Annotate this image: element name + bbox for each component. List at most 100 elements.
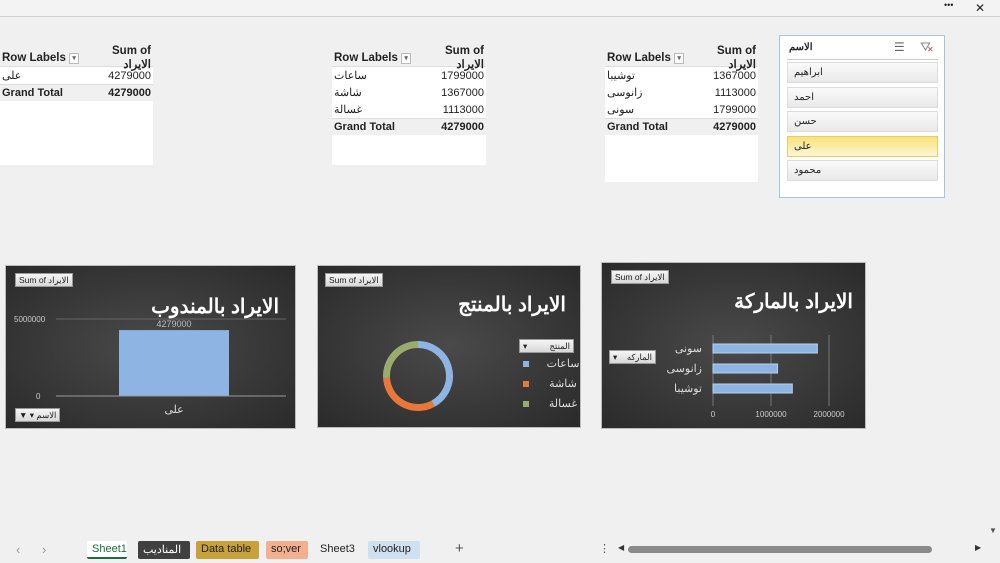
row-value: 1367000 [713,69,756,82]
field-button[interactable]: Sum of الايراد [15,273,73,287]
chart-revenue-by-brand[interactable]: 0 1000000 2000000 سونى زانوسى توشيبا Sum of ا… [601,262,866,429]
row-label: سونى [607,104,635,116]
sheet-tab[interactable]: so;ver [266,541,308,559]
row-value: 1367000 [441,86,484,99]
grand-total-value: 4279000 [713,121,756,133]
more-options-button[interactable]: ••• [944,0,953,10]
y-category-label: توشيبا [674,383,702,395]
close-button[interactable]: ✕ [975,1,985,15]
legend-label: شاشة [549,378,577,390]
bar [712,363,779,374]
add-sheet-button[interactable]: + [455,540,464,557]
name-slicer[interactable]: الاسم ☰ ⛛ ✕ ابراهيم احمد حسن على محمود [779,35,945,198]
legend-button-label: المنتج [549,341,570,351]
grand-total-label: Grand Total [334,121,395,133]
row-value: 1113000 [714,86,756,99]
field-button[interactable]: Sum of الايراد [325,273,383,287]
dropdown-icon[interactable]: ▾ [673,52,685,64]
row-value: 4279000 [108,69,151,82]
doughnut-slice [383,341,419,379]
tab-splitter-handle[interactable]: ⋮ [599,542,610,555]
vertical-scrollbar[interactable]: ▼ [987,18,1000,538]
grand-total-label: Grand Total [2,87,63,99]
row-label: شاشة [334,87,362,99]
row-label: توشيبا [607,70,635,82]
grand-total-row: Grand Total 4279000 [605,118,758,135]
row-value: 1799000 [441,69,484,82]
pivot-table-salesperson[interactable]: Row Labels ▾ Sum of الايراد على 4279000 Gra… [0,45,153,165]
prev-sheet-icon[interactable]: ‹ [16,542,20,557]
axis-button-label: الماركه [626,352,652,362]
product-legend-button[interactable]: المنتج ▾ [519,339,574,353]
y-tick-label: 5000000 [14,315,46,324]
slicer-header: الاسم ☰ ⛛ ✕ [787,39,938,60]
legend-label: غسالة [549,398,577,410]
x-tick-label: 0 [711,410,716,419]
table-row: سونى 1799000 [605,101,758,118]
x-tick-label: 2000000 [813,410,845,419]
scroll-right-icon[interactable]: ▶ [975,543,981,552]
grand-total-row: Grand Total 4279000 [0,84,153,101]
sheet-tab[interactable]: Data table [196,541,259,559]
scroll-down-icon[interactable]: ▼ [989,526,997,535]
table-row: زانوسى 1113000 [605,84,758,101]
sheet-tab[interactable]: Sheet1 [87,541,127,559]
row-labels-header: Row Labels [2,52,66,64]
x-tick-label: 1000000 [755,410,787,419]
filter-icon: ▼ [19,410,28,420]
row-labels-header: Row Labels [334,52,398,64]
clear-filter-icon[interactable]: ⛛ ✕ [920,39,934,55]
row-labels-header: Row Labels [607,52,671,64]
filter-button-label: الاسم [36,410,57,420]
row-label: ساعات [334,70,367,82]
filter-dropdown-icon[interactable]: ▾ [68,52,80,64]
table-row: شاشة 1367000 [332,84,486,101]
bar [712,343,818,354]
field-button[interactable]: Sum of الايراد [611,270,669,284]
brand-axis-button[interactable]: الماركه ▾ [609,350,656,364]
chart-title: الايراد بالمندوب [151,296,279,318]
next-sheet-icon[interactable]: › [42,542,46,557]
y-category-label: سونى [675,343,702,355]
y-category-label: زانوسى [667,363,703,375]
grand-total-label: Grand Total [607,121,668,133]
chart-revenue-by-salesperson[interactable]: 0 5000000 4279000 على Sum of الايراد الايرا… [5,265,296,429]
name-filter-button[interactable]: الاسم ▾ ▼ [15,408,61,422]
grand-total-value: 4279000 [441,121,484,133]
multi-select-icon[interactable]: ☰ [894,40,905,54]
slicer-item[interactable]: محمود [787,160,938,181]
grand-total-row: Grand Total 4279000 [332,118,486,135]
dropdown-icon[interactable]: ▾ [400,52,412,64]
pivot-table-product[interactable]: Row Labels ▾ Sum of الايراد ساعات 1799000 ش… [332,45,486,165]
doughnut-slice [417,341,453,407]
table-row: ساعات 1799000 [332,67,486,84]
bar [712,383,793,394]
top-bar: ••• ✕ [0,0,1000,17]
doughnut-slice [383,377,435,411]
pivot-table-brand[interactable]: Row Labels ▾ Sum of الايراد توشيبا 1367000 … [605,45,758,182]
row-value: 1113000 [442,103,484,116]
row-label: غسالة [334,104,363,116]
chart-revenue-by-product[interactable]: ساعات شاشة غسالة Sum of الايراد الايراد با… [317,265,581,428]
scroll-left-icon[interactable]: ◀ [618,543,624,552]
legend-swatch [523,401,529,407]
horizontal-scrollbar-thumb[interactable] [628,546,932,553]
legend-swatch [523,381,529,387]
row-value: 1799000 [713,103,756,116]
slicer-item-selected[interactable]: على [787,136,938,157]
slicer-item[interactable]: حسن [787,111,938,132]
sheet-tab[interactable]: vlookup [368,541,420,559]
x-category-label: على [164,404,183,416]
sheet-tab[interactable]: المناديب [138,541,190,559]
slicer-item[interactable]: ابراهيم [787,62,938,83]
grand-total-value: 4279000 [108,87,151,99]
chart-title: الايراد بالمنتج [458,294,566,316]
table-row: غسالة 1113000 [332,101,486,118]
bar [119,330,229,396]
y-tick-label: 0 [36,392,41,401]
sheet-tab[interactable]: Sheet3 [315,541,357,559]
slicer-item[interactable]: احمد [787,87,938,108]
row-label: على [2,70,22,82]
slicer-title: الاسم [789,42,813,53]
legend-label: ساعات [547,358,580,370]
